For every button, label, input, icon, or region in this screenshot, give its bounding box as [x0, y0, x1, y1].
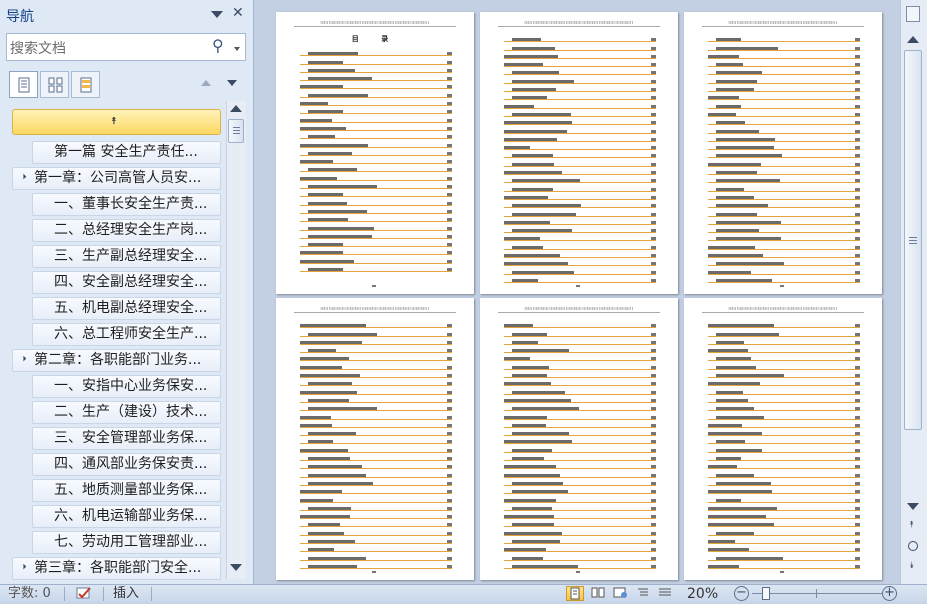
document-scroll-thumb[interactable] [904, 50, 922, 430]
scroll-up-icon[interactable] [907, 36, 919, 43]
scroll-down-icon[interactable] [907, 503, 919, 510]
insert-mode-indicator[interactable]: 插入 [113, 585, 139, 603]
nav-item-label: 五、地质测量部业务保... [54, 482, 208, 498]
nav-item-label: 第三章：各职能部门安全... [34, 560, 202, 576]
nav-section-item[interactable]: 一、安指中心业务保安... [32, 375, 221, 398]
nav-section-item[interactable]: 二、总经理安全生产岗... [32, 219, 221, 242]
previous-page-icon[interactable]: ⯭ [909, 520, 914, 530]
nav-section-item[interactable]: 一、董事长安全生产责... [32, 193, 221, 216]
select-browse-object-icon[interactable] [908, 541, 918, 551]
outline-icon [638, 588, 648, 596]
full-screen-reading-button[interactable] [590, 586, 608, 601]
nav-section-item[interactable]: 四、通风部业务保安责... [32, 453, 221, 476]
page-thumbnail[interactable] [684, 12, 882, 294]
expand-collapse-icon[interactable] [17, 563, 27, 573]
outline-view-button[interactable] [635, 586, 653, 601]
navigation-pane: 导航 ✕ 搜索文档 ⚲ ⯭ 第一篇 安全生产责任... 第一章：公司高管人员安.… [0, 0, 254, 584]
web-layout-icon [613, 587, 627, 598]
nav-item-label: 第一章：公司高管人员安... [34, 170, 202, 186]
next-heading-icon[interactable] [227, 80, 237, 86]
nav-item-label: 七、劳动用工管理部业... [54, 534, 208, 550]
previous-heading-icon[interactable] [201, 80, 211, 86]
page-thumbnail[interactable] [684, 298, 882, 580]
web-layout-button[interactable] [612, 586, 630, 601]
nav-scroll-thumb[interactable] [228, 119, 244, 143]
zoom-level[interactable]: 20% [687, 585, 718, 603]
scroll-down-icon[interactable] [230, 564, 242, 571]
nav-section-item[interactable]: 第一篇 安全生产责任... [32, 141, 221, 164]
nav-item-label: 第一篇 安全生产责任... [54, 144, 198, 160]
tree-collapse-all-button[interactable]: ⯭ [12, 109, 221, 135]
page-thumbnail[interactable] [480, 298, 678, 580]
nav-item-label: 第二章：各职能部门业务... [34, 352, 202, 368]
pages-tab[interactable] [40, 71, 69, 98]
nav-chapter-item[interactable]: 第二章：各职能部门业务... [12, 349, 221, 372]
nav-item-label: 一、安指中心业务保安... [54, 378, 208, 394]
search-icon[interactable]: ⚲ [212, 36, 224, 55]
nav-tabs [9, 71, 102, 99]
nav-section-item[interactable]: 四、安全副总经理安全... [32, 271, 221, 294]
nav-section-item[interactable]: 六、机电运输部业务保... [32, 505, 221, 528]
print-layout-view-button[interactable] [566, 586, 584, 601]
nav-chapter-item[interactable]: 第一章：公司高管人员安... [12, 167, 221, 190]
nav-item-label: 三、生产副总经理安全... [54, 248, 208, 264]
nav-item-label: 二、总经理安全生产岗... [54, 222, 208, 238]
expand-collapse-icon[interactable] [17, 173, 27, 183]
nav-section-item[interactable]: 三、生产副总经理安全... [32, 245, 221, 268]
document-area[interactable]: 目 录 [254, 0, 900, 584]
document-scrollbar[interactable]: ⯭ ⯯ [900, 0, 927, 584]
search-input[interactable]: 搜索文档 [10, 38, 66, 58]
draft-view-button[interactable] [657, 586, 675, 601]
full-screen-reading-icon [591, 587, 605, 598]
nav-close-icon[interactable]: ✕ [232, 5, 244, 21]
nav-item-label: 三、安全管理部业务保... [54, 430, 208, 446]
nav-item-label: 四、安全副总经理安全... [54, 274, 208, 290]
nav-options-dropdown-icon[interactable] [211, 11, 223, 18]
zoom-slider[interactable] [752, 593, 882, 594]
proofing-icon[interactable] [75, 586, 93, 601]
page-thumbnail[interactable] [480, 12, 678, 294]
scroll-up-icon[interactable] [230, 105, 242, 112]
nav-header: 导航 ✕ [0, 0, 254, 30]
nav-section-item[interactable]: 五、机电副总经理安全... [32, 297, 221, 320]
nav-title: 导航 [6, 9, 34, 25]
zoom-slider-thumb[interactable] [762, 587, 770, 600]
split-view-icon[interactable] [906, 6, 920, 22]
nav-chapter-item[interactable]: 第三章：各职能部门安全... [12, 557, 221, 580]
expand-collapse-icon[interactable] [17, 355, 27, 365]
nav-section-item[interactable]: 七、劳动用工管理部业... [32, 531, 221, 554]
nav-item-label: 四、通风部业务保安责... [54, 456, 208, 472]
status-bar: 字数: 0 插入 20% − + [0, 584, 927, 602]
zoom-out-button[interactable]: − [734, 586, 749, 601]
search-options-dropdown-icon[interactable] [234, 47, 240, 51]
nav-section-item[interactable]: 六、总工程师安全生产... [32, 323, 221, 346]
nav-item-label: 二、生产（建设）技术... [54, 404, 208, 420]
nav-section-item[interactable]: 二、生产（建设）技术... [32, 401, 221, 424]
search-box[interactable]: 搜索文档 ⚲ [6, 33, 246, 61]
nav-item-label: 一、董事长安全生产责... [54, 196, 208, 212]
nav-item-label: 六、机电运输部业务保... [54, 508, 208, 524]
headings-tab[interactable] [9, 71, 38, 98]
heading-tree: ⯭ 第一篇 安全生产责任... 第一章：公司高管人员安... 一、董事长安全生产责.… [12, 109, 221, 581]
draft-icon [659, 588, 671, 596]
page-thumbnail[interactable]: 目 录 [276, 12, 474, 294]
word-count[interactable]: 字数: 0 [8, 585, 51, 603]
nav-item-label: 五、机电副总经理安全... [54, 300, 208, 316]
page-thumbnail[interactable] [276, 298, 474, 580]
print-layout-icon [570, 587, 580, 600]
pages-thumbnail-icon [48, 77, 63, 93]
toc-title: 目 录 [351, 35, 399, 43]
results-tab[interactable] [71, 71, 100, 98]
next-page-icon[interactable]: ⯯ [909, 561, 914, 571]
nav-scrollbar[interactable] [226, 101, 246, 579]
search-results-icon [80, 77, 92, 93]
nav-section-item[interactable]: 三、安全管理部业务保... [32, 427, 221, 450]
zoom-in-button[interactable]: + [882, 586, 897, 601]
collapse-icon: ⯭ [111, 116, 117, 127]
nav-section-item[interactable]: 五、地质测量部业务保... [32, 479, 221, 502]
headings-icon [18, 77, 30, 93]
nav-item-label: 六、总工程师安全生产... [54, 326, 208, 342]
